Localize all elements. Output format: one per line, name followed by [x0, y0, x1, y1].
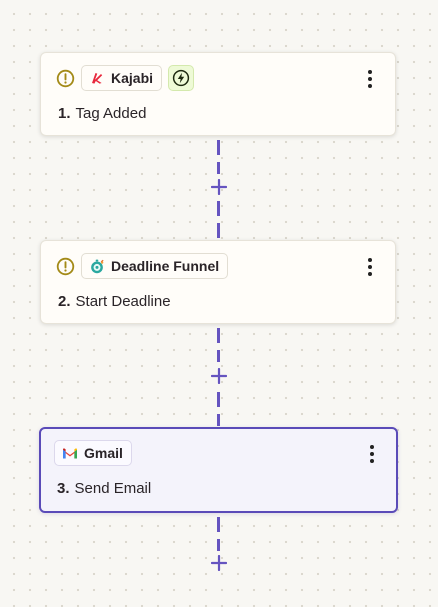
connector-line-1b: [217, 201, 220, 239]
step-card-header: Kajabi: [55, 65, 195, 91]
step-name: Send Email: [74, 480, 152, 497]
gmail-logo-icon: [62, 445, 78, 461]
step-card-deadline-funnel[interactable]: Deadline Funnel 2. Start Deadline: [40, 240, 396, 324]
plus-icon: [211, 555, 227, 571]
add-step-button-1[interactable]: [209, 177, 229, 197]
kajabi-logo-icon: [89, 70, 105, 86]
more-vertical-icon[interactable]: [359, 255, 381, 279]
plus-icon: [211, 368, 227, 384]
lightning-bolt-icon: [172, 69, 190, 87]
step-card-header: Deadline Funnel: [55, 253, 229, 279]
deadline-funnel-logo-icon: [89, 258, 105, 274]
step-number: 1.: [58, 105, 71, 122]
step-number: 3.: [57, 480, 70, 497]
step-number: 2.: [58, 293, 71, 310]
step-name: Start Deadline: [75, 293, 171, 310]
step-title: 1. Tag Added: [58, 105, 146, 122]
app-chip-kajabi[interactable]: Kajabi: [81, 65, 163, 91]
step-title: 2. Start Deadline: [58, 293, 171, 310]
app-name: Deadline Funnel: [111, 258, 220, 274]
trigger-badge: [168, 65, 195, 91]
more-vertical-icon[interactable]: [359, 67, 381, 91]
app-chip-deadline-funnel[interactable]: Deadline Funnel: [81, 253, 229, 279]
plus-icon: [211, 179, 227, 195]
more-vertical-icon[interactable]: [361, 442, 383, 466]
connector-line-1a: [217, 140, 220, 174]
add-step-button-3[interactable]: [209, 553, 229, 573]
app-chip-gmail[interactable]: Gmail: [54, 440, 132, 466]
add-step-button-2[interactable]: [209, 366, 229, 386]
connector-line-3a: [217, 517, 220, 551]
connector-line-2a: [217, 328, 220, 362]
step-card-gmail[interactable]: Gmail 3. Send Email: [39, 427, 398, 513]
step-name: Tag Added: [75, 105, 147, 122]
step-card-header: Gmail: [54, 440, 132, 466]
connector-line-2b: [217, 392, 220, 426]
step-title: 3. Send Email: [57, 480, 151, 497]
app-name: Kajabi: [111, 70, 154, 86]
step-card-kajabi[interactable]: Kajabi 1. Tag Added: [40, 52, 396, 136]
warning-circle-icon[interactable]: [55, 256, 75, 276]
app-name: Gmail: [84, 445, 123, 461]
warning-circle-icon[interactable]: [55, 68, 75, 88]
